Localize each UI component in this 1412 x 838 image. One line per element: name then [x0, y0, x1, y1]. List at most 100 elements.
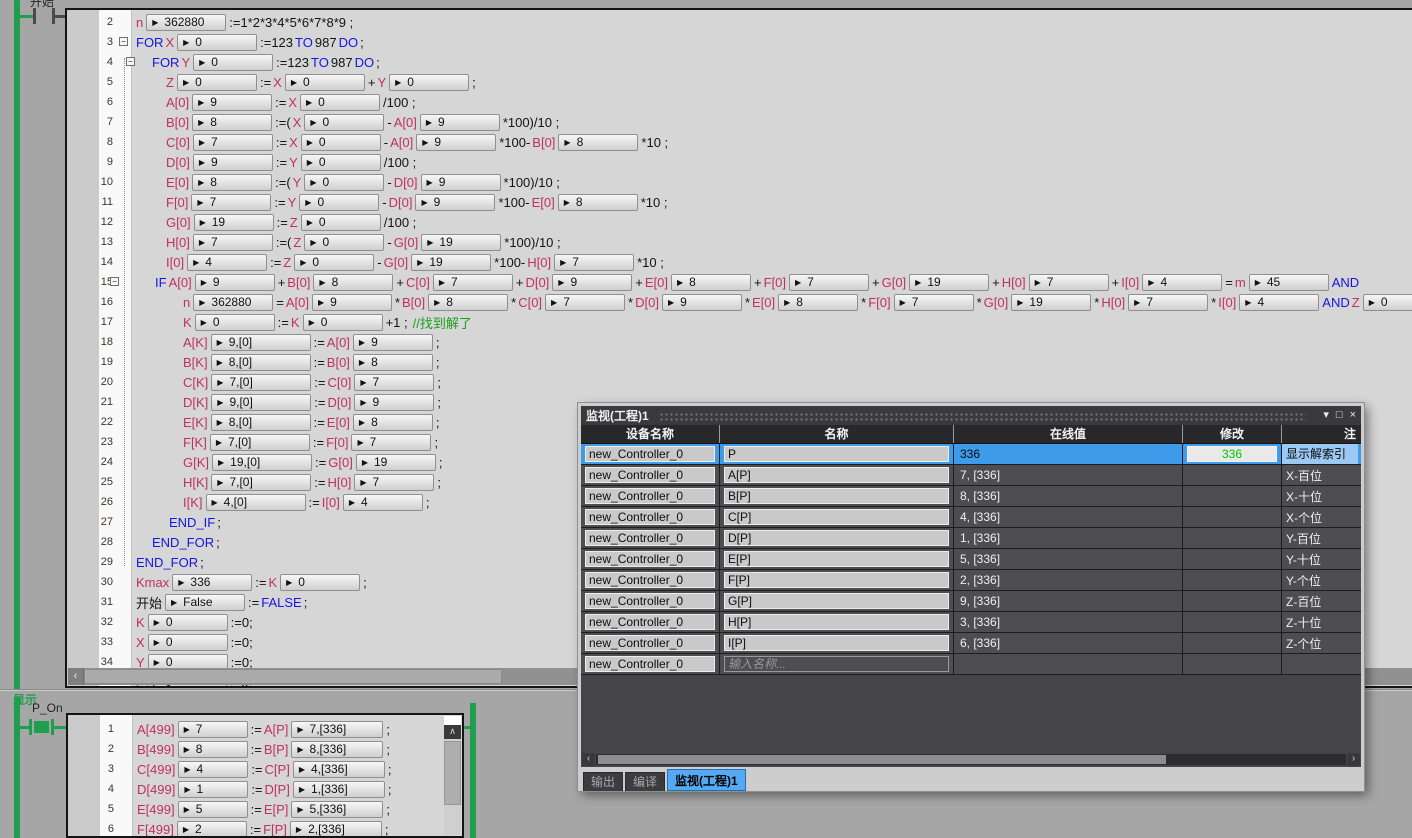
st-value-box[interactable]: ▶9,[0] — [211, 334, 311, 351]
note-cell[interactable]: Z-十位 — [1282, 612, 1358, 632]
st-value-box[interactable]: ▶7 — [1029, 274, 1109, 291]
column-header[interactable]: 在线值 — [954, 425, 1183, 443]
device-name-field[interactable]: new_Controller_0 — [585, 614, 715, 630]
column-header[interactable]: 名称 — [720, 425, 954, 443]
note-cell[interactable]: Y-十位 — [1282, 549, 1358, 569]
st-value-box[interactable]: ▶9 — [353, 334, 433, 351]
note-cell[interactable]: Y-个位 — [1282, 570, 1358, 590]
device-name-field[interactable]: new_Controller_0 — [585, 593, 715, 609]
st-value-box[interactable]: ▶45 — [1249, 274, 1329, 291]
st-value-box[interactable]: ▶9 — [662, 294, 742, 311]
modify-value-cell[interactable] — [1183, 465, 1282, 485]
st-value-box[interactable]: ▶0 — [301, 154, 381, 171]
scrollbar-track[interactable] — [444, 739, 461, 835]
st-value-box[interactable]: ▶0 — [301, 134, 381, 151]
device-name-field[interactable]: new_Controller_0 — [585, 656, 715, 672]
name-input-field[interactable]: 输入名称... — [724, 656, 949, 672]
note-cell[interactable]: Z-个位 — [1282, 633, 1358, 653]
st-value-box[interactable]: ▶4,[0] — [206, 494, 306, 511]
window-close-icon[interactable]: × — [1350, 406, 1356, 425]
modify-value-cell[interactable] — [1183, 549, 1282, 569]
st-value-box[interactable]: ▶8 — [192, 114, 272, 131]
note-cell[interactable] — [1282, 654, 1358, 674]
st-value-box[interactable]: ▶7 — [354, 374, 434, 391]
device-name-field[interactable]: new_Controller_0 — [585, 446, 715, 462]
contact-open-icon[interactable] — [33, 8, 36, 24]
st-value-box[interactable]: ▶8 — [178, 741, 248, 758]
watch-row[interactable]: new_Controller_0E[P]5, [336]Y-十位 — [581, 549, 1361, 570]
scroll-left-button[interactable]: ‹ — [68, 668, 84, 685]
variable-name-field[interactable]: G[P] — [724, 593, 949, 609]
vertical-scrollbar[interactable]: ∧ — [444, 716, 461, 835]
scroll-left-button[interactable]: ‹ — [582, 753, 595, 766]
device-name-field[interactable]: new_Controller_0 — [585, 635, 715, 651]
st-value-box[interactable]: ▶9 — [193, 154, 273, 171]
modify-value-field[interactable]: 336 — [1187, 446, 1277, 462]
st-value-box[interactable]: ▶8 — [778, 294, 858, 311]
st-value-box[interactable]: ▶4 — [187, 254, 267, 271]
st-value-box[interactable]: ▶8 — [192, 174, 272, 191]
st-value-box[interactable]: ▶362880 — [146, 14, 226, 31]
st-value-box[interactable]: ▶9 — [192, 94, 272, 111]
st-value-box[interactable]: ▶7 — [545, 294, 625, 311]
scroll-up-button[interactable]: ∧ — [444, 725, 461, 739]
st-value-box[interactable]: ▶19,[0] — [212, 454, 312, 471]
scrollbar-thumb[interactable] — [598, 755, 1166, 764]
scrollbar-track[interactable] — [596, 754, 1346, 765]
device-name-field[interactable]: new_Controller_0 — [585, 530, 715, 546]
note-cell[interactable]: 显示解索引 — [1282, 444, 1358, 464]
column-header[interactable]: 修改 — [1183, 425, 1282, 443]
st-value-box[interactable]: ▶7 — [894, 294, 974, 311]
fold-toggle-icon[interactable]: − — [126, 57, 135, 66]
modify-value-cell[interactable] — [1183, 507, 1282, 527]
scrollbar-thumb[interactable] — [444, 741, 461, 805]
st-value-box[interactable]: ▶7,[0] — [210, 434, 310, 451]
st-value-box[interactable]: ▶0 — [193, 54, 273, 71]
st-value-box[interactable]: ▶8 — [313, 274, 393, 291]
note-cell[interactable]: Z-百位 — [1282, 591, 1358, 611]
device-name-field[interactable]: new_Controller_0 — [585, 551, 715, 567]
variable-name-field[interactable]: E[P] — [724, 551, 949, 567]
st-value-box[interactable]: ▶7,[0] — [211, 374, 311, 391]
window-maximize-icon[interactable]: □ — [1336, 406, 1343, 425]
st-value-box[interactable]: ▶7 — [193, 234, 273, 251]
watch-row[interactable]: new_Controller_0H[P]3, [336]Z-十位 — [581, 612, 1361, 633]
device-name-field[interactable]: new_Controller_0 — [585, 488, 715, 504]
variable-name-field[interactable]: C[P] — [724, 509, 949, 525]
modify-value-cell[interactable] — [1183, 654, 1282, 674]
watch-tab-1[interactable]: 输出 — [583, 772, 623, 791]
st-value-box[interactable]: ▶0 — [389, 74, 469, 91]
st-value-box[interactable]: ▶4 — [178, 761, 248, 778]
watch-row[interactable]: new_Controller_0B[P]8, [336]X-十位 — [581, 486, 1361, 507]
st-value-box[interactable]: ▶7 — [354, 474, 434, 491]
st-value-box[interactable]: ▶7,[0] — [211, 474, 311, 491]
note-cell[interactable]: X-十位 — [1282, 486, 1358, 506]
st-value-box[interactable]: ▶0 — [148, 634, 228, 651]
watch-row[interactable]: new_Controller_0A[P]7, [336]X-百位 — [581, 465, 1361, 486]
st-value-box[interactable]: ▶8 — [558, 134, 638, 151]
watch-row[interactable]: new_Controller_0G[P]9, [336]Z-百位 — [581, 591, 1361, 612]
st-value-box[interactable]: ▶7 — [1128, 294, 1208, 311]
st-value-box[interactable]: ▶5,[336] — [291, 801, 383, 818]
device-name-field[interactable]: new_Controller_0 — [585, 572, 715, 588]
modify-value-cell[interactable] — [1183, 528, 1282, 548]
st-value-box[interactable]: ▶4 — [343, 494, 423, 511]
st-value-box[interactable]: ▶19 — [909, 274, 989, 291]
st-value-box[interactable]: ▶8,[0] — [211, 414, 311, 431]
st-value-box[interactable]: ▶False — [165, 594, 245, 611]
st-value-box[interactable]: ▶0 — [300, 94, 380, 111]
watch-row[interactable]: new_Controller_0C[P]4, [336]X-个位 — [581, 507, 1361, 528]
st-value-box[interactable]: ▶2,[336] — [290, 821, 382, 838]
st-value-box[interactable]: ▶0 — [285, 74, 365, 91]
st-value-box[interactable]: ▶7 — [789, 274, 869, 291]
st-value-box[interactable]: ▶0 — [195, 314, 275, 331]
column-header[interactable]: 注 — [1282, 425, 1358, 443]
st-value-box[interactable]: ▶9,[0] — [211, 394, 311, 411]
watch-row[interactable]: new_Controller_0I[P]6, [336]Z-个位 — [581, 633, 1361, 654]
watch-tab-3[interactable]: 监视(工程)1 — [667, 769, 746, 791]
st-value-box[interactable]: ▶9 — [415, 194, 495, 211]
st-value-box[interactable]: ▶7 — [178, 721, 248, 738]
note-cell[interactable]: Y-百位 — [1282, 528, 1358, 548]
st-value-box[interactable]: ▶8 — [671, 274, 751, 291]
st-value-box[interactable]: ▶0 — [294, 254, 374, 271]
